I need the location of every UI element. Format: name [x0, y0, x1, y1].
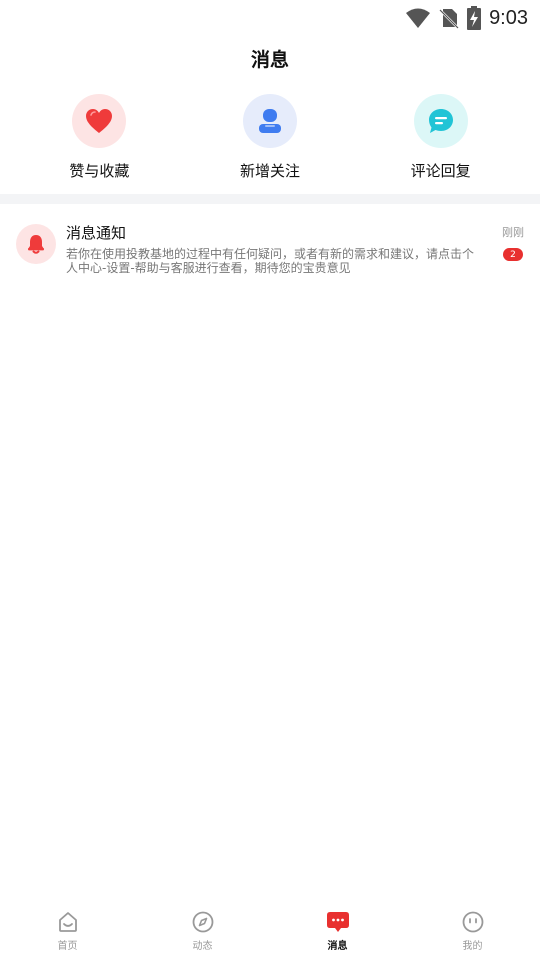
status-bar: 9:03 — [0, 0, 540, 36]
nav-home[interactable]: 首页 — [28, 910, 108, 952]
nav-label-home: 首页 — [57, 941, 78, 952]
likes-and-favorites-button[interactable]: 赞与收藏 — [39, 94, 159, 184]
bell-icon — [16, 224, 56, 264]
list-item[interactable]: 消息通知 若你在使用投教基地的过程中有任何疑问，或者有新的需求和建议，请点击个人… — [0, 214, 540, 283]
nav-label-feed: 动态 — [192, 941, 213, 952]
message-preview: 若你在使用投教基地的过程中有任何疑问，或者有新的需求和建议，请点击个人中心-设置… — [66, 247, 475, 275]
message-title: 消息通知 — [66, 224, 127, 242]
wifi-icon — [405, 7, 431, 29]
face-icon — [461, 910, 485, 934]
nav-feed[interactable]: 动态 — [163, 910, 243, 952]
section-divider — [0, 194, 540, 204]
message-icon — [326, 910, 350, 934]
quick-label-comments: 评论回复 — [410, 162, 471, 180]
message-list: 消息通知 若你在使用投教基地的过程中有任何疑问，或者有新的需求和建议，请点击个人… — [0, 214, 540, 283]
unread-badge: 2 — [503, 248, 523, 261]
page-header: 消息 — [0, 40, 540, 76]
messages-screen: 9:03 消息 赞与收藏 新增关注 评论回复 消息通知 若你在使用投教基地的过程… — [0, 0, 540, 960]
chat-bubble-icon — [413, 94, 468, 148]
status-time: 9:03 — [489, 6, 528, 29]
quick-label-followers: 新增关注 — [239, 162, 300, 180]
nav-label-messages: 消息 — [327, 941, 348, 952]
nav-messages[interactable]: 消息 — [298, 910, 378, 952]
no-sim-icon — [439, 7, 459, 29]
battery-charging-icon — [467, 6, 482, 30]
message-body: 消息通知 若你在使用投教基地的过程中有任何疑问，或者有新的需求和建议，请点击个人… — [66, 222, 524, 275]
nav-label-profile: 我的 — [462, 941, 483, 952]
new-followers-button[interactable]: 新增关注 — [210, 94, 330, 184]
page-title: 消息 — [250, 48, 289, 71]
compass-icon — [191, 910, 215, 934]
nav-profile[interactable]: 我的 — [433, 910, 513, 952]
bottom-nav: 首页 动态 消息 我的 — [0, 902, 540, 960]
heart-icon — [72, 94, 127, 148]
person-icon — [242, 94, 297, 148]
quick-label-likes: 赞与收藏 — [69, 162, 130, 180]
comment-replies-button[interactable]: 评论回复 — [381, 94, 501, 184]
quick-actions: 赞与收藏 新增关注 评论回复 — [0, 94, 540, 184]
home-icon — [56, 910, 80, 934]
message-time: 刚刚 — [502, 226, 524, 239]
